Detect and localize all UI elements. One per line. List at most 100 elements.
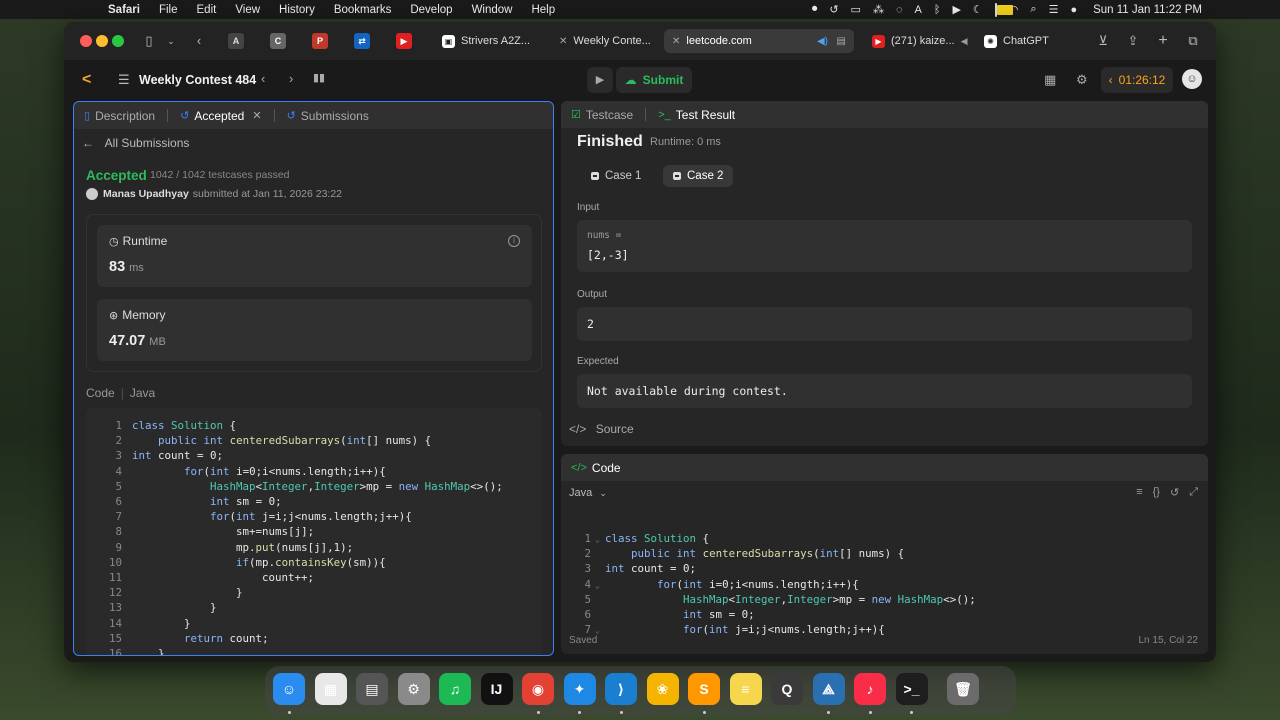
launchpad-icon[interactable]: ▦ [314,673,347,705]
language-select[interactable]: Java ⌄ [569,487,607,499]
spotify-icon[interactable]: ♫ [439,673,471,705]
photos-icon[interactable]: ❀ [646,673,679,705]
menu-develop[interactable]: Develop [410,4,452,16]
memory-card[interactable]: ⊛ Memory 47.07 MB [97,299,532,361]
finder-icon[interactable]: ☺ [273,673,305,705]
tab-weekly-contest[interactable]: ✕ Weekly Conte... [551,29,655,53]
history-icon[interactable]: ↺ [829,3,838,16]
input-source-icon[interactable]: A [914,4,921,16]
fold-chevron-icon[interactable]: ⌄ [595,532,605,547]
siri-icon[interactable]: ● [1070,4,1077,16]
sublime-icon[interactable]: S [688,673,720,705]
terminal-icon[interactable]: >_ [895,673,928,705]
menu-file[interactable]: File [159,4,178,16]
safari-icon[interactable]: ✦ [563,673,596,705]
back-icon[interactable]: ‹ [190,32,208,50]
youtube-pinned-icon[interactable]: ▶ [396,33,412,49]
chevron-down-icon[interactable]: ⌄ [162,32,180,50]
prev-problem-icon[interactable]: ‹ [261,71,265,86]
reader-icon[interactable]: ▤ [837,36,846,47]
pinned-tab-icon[interactable]: ⇄ [354,33,370,49]
pinned-tab-icon[interactable]: P [312,33,328,49]
close-tab-icon[interactable]: ✕ [672,36,680,47]
submitted-code[interactable]: 1 class Solution {2 public int centeredSu… [86,408,542,655]
menu-edit[interactable]: Edit [197,4,217,16]
close-tab-icon[interactable]: ✕ [559,36,567,47]
pinned-tab-icon[interactable]: C [270,33,286,49]
sidebar-toggle-icon[interactable]: ▯ [140,32,158,50]
download-icon[interactable]: ⊻ [1094,32,1112,50]
tab-chatgpt[interactable]: ✺ ChatGPT [976,29,1080,53]
menu-bookmarks[interactable]: Bookmarks [334,4,392,16]
runtime-card[interactable]: ◷ Runtime i 83 ms [97,225,532,287]
circle-icon[interactable]: ◌ [896,4,903,16]
contest-timer[interactable]: ‹ 01:26:12 [1101,67,1173,93]
close-tab-icon[interactable]: ✕ [252,109,261,122]
run-button[interactable]: ▶ [587,67,613,93]
contest-title[interactable]: Weekly Contest 484 [139,73,256,87]
tab-overview-icon[interactable]: ⧉ [1184,32,1202,50]
layout-icon[interactable]: ▦ [1044,72,1056,88]
system-settings-icon[interactable]: ⚙ [397,673,430,705]
display-icon[interactable]: ▭ [851,3,861,16]
tab-strivers[interactable]: ▣ Strivers A2Z... [434,29,538,53]
problem-list-icon[interactable]: ☰ [118,72,130,88]
user-avatar[interactable]: ☺ [1182,69,1202,89]
focus-moon-icon[interactable]: ☾ [973,3,983,16]
mute-icon[interactable]: ◀) [961,36,968,47]
spotlight-icon[interactable]: ⌕ [1030,3,1036,16]
reset-icon[interactable]: ↺ [1170,486,1179,499]
pinned-tab-icon[interactable]: A [228,33,244,49]
menu-view[interactable]: View [235,4,260,16]
stats-icon[interactable]: ▮▮ [313,71,325,84]
bluetooth-icon[interactable]: ᛒ [934,4,941,16]
tab-description[interactable]: ▯ Description [84,109,155,123]
all-submissions-link[interactable]: ← All Submissions [82,136,189,150]
record-icon[interactable]: ⏺ [812,3,818,16]
menu-help[interactable]: Help [531,4,555,16]
quicktime-icon[interactable]: Q [771,673,803,705]
tab-leetcode[interactable]: ✕ leetcode.com ◀) ▤ [664,29,854,53]
play-icon[interactable]: ▶ [952,3,960,16]
case-1-button[interactable]: Case 1 [581,165,651,187]
zoom-window-button[interactable] [112,35,124,47]
braces-icon[interactable]: {} [1153,486,1160,499]
notes-icon[interactable]: ≡ [729,673,762,705]
fold-chevron-icon[interactable]: ⌄ [595,578,605,593]
tab-accepted[interactable]: ↺ Accepted ✕ [180,109,261,123]
close-window-button[interactable] [80,35,92,47]
audio-playing-icon[interactable]: ◀) [817,36,828,47]
menu-app-name[interactable]: Safari [108,4,140,16]
format-icon[interactable]: ≡ [1136,486,1142,499]
new-tab-icon[interactable]: + [1154,32,1172,50]
source-toggle[interactable]: </> Source [569,422,634,436]
tab-submissions[interactable]: ↺ Submissions [287,109,369,123]
chrome-icon[interactable]: ◉ [522,673,554,705]
next-problem-icon[interactable]: › [289,71,293,86]
menu-history[interactable]: History [279,4,315,16]
submit-button[interactable]: ☁ Submit [616,67,692,93]
control-center-icon[interactable]: ☰ [1049,3,1059,16]
tab-code[interactable]: </> Code [571,461,621,475]
calculator-icon[interactable]: ▤ [356,673,388,705]
vscode-icon[interactable]: ⟩ [605,673,637,705]
leetcode-logo-icon[interactable]: < [82,71,91,89]
intellij-icon[interactable]: IJ [480,673,513,705]
info-icon[interactable]: i [508,235,520,247]
gear-icon[interactable]: ⚙ [1076,72,1088,88]
tab-youtube[interactable]: ▶ (271) kaize... ◀) [864,29,968,53]
minimize-window-button[interactable] [96,35,108,47]
battery-icon[interactable] [994,2,1013,17]
username[interactable]: Manas Upadhyay [103,188,189,200]
case-2-button[interactable]: Case 2 [663,165,734,187]
trash-icon[interactable]: 🗑 [947,673,979,705]
tab-testcase[interactable]: ☑ Testcase [571,108,633,122]
share-icon[interactable]: ⇪ [1124,32,1142,50]
tab-test-result[interactable]: >_ Test Result [658,108,735,122]
menu-window[interactable]: Window [472,4,513,16]
music-icon[interactable]: ♪ [854,673,886,705]
wireshark-icon[interactable]: ⟁ [812,673,845,705]
menubar-clock[interactable]: Sun 11 Jan 11:22 PM [1093,4,1202,16]
dots-icon[interactable]: ⁂ [873,3,884,16]
expand-icon[interactable]: ⤢ [1189,486,1198,499]
